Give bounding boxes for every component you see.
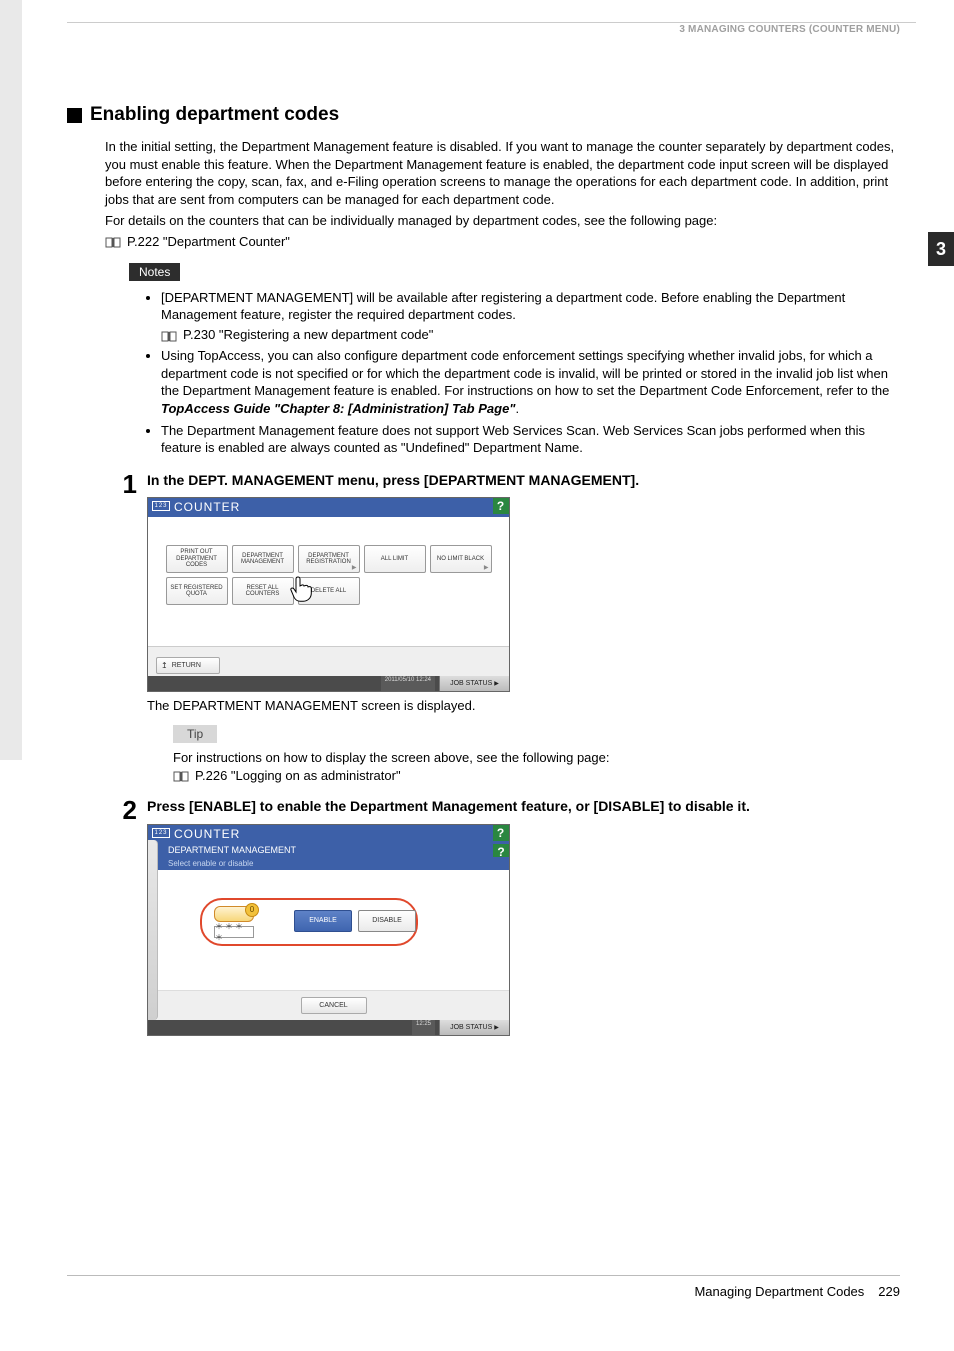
panel-title-bar: 123 COUNTER ? xyxy=(148,498,509,517)
help-icon[interactable]: ? xyxy=(493,498,509,514)
chevron-right-icon: ▶ xyxy=(494,680,499,687)
status-timestamp: 12:25 xyxy=(412,1020,435,1035)
xref-link[interactable]: P.230 "Registering a new department code… xyxy=(183,326,433,344)
job-status-button[interactable]: JOB STATUS▶ xyxy=(439,1020,509,1035)
print-dept-codes-button[interactable]: PRINT OUT DEPARTMENT CODES xyxy=(166,545,228,573)
disable-button[interactable]: DISABLE xyxy=(358,910,416,932)
note-item: Using TopAccess, you can also configure … xyxy=(161,347,901,417)
section-title: Enabling department codes xyxy=(90,104,339,126)
left-margin-band xyxy=(0,0,22,760)
no-limit-black-button[interactable]: NO LIMIT BLACK▶ xyxy=(430,545,492,573)
chevron-right-icon: ▶ xyxy=(352,565,357,571)
book-icon xyxy=(161,329,177,340)
header-rule xyxy=(67,22,916,23)
department-registration-button[interactable]: DEPARTMENT REGISTRATION▶ xyxy=(298,545,360,573)
card-code-icon: ＊＊＊＊ xyxy=(214,906,258,934)
panel-title: COUNTER xyxy=(174,500,240,514)
notes-list: [DEPARTMENT MANAGEMENT] will be availabl… xyxy=(147,289,901,457)
note-text: [DEPARTMENT MANAGEMENT] will be availabl… xyxy=(161,290,845,323)
screenshot-panel-2: 123 COUNTER ? DEPARTMENT MANAGEMENT ? Se… xyxy=(147,824,510,1036)
footer-label: Managing Department Codes xyxy=(694,1284,864,1299)
side-tab[interactable] xyxy=(148,840,158,1020)
department-management-button[interactable]: DEPARTMENT MANAGEMENT xyxy=(232,545,294,573)
section-bullet-icon xyxy=(67,108,82,123)
status-bar: 2011/05/10 12:24 JOB STATUS▶ xyxy=(148,676,509,691)
up-arrow-icon: ↥ xyxy=(161,661,168,670)
note-item: The Department Management feature does n… xyxy=(161,422,901,457)
xref-link[interactable]: P.226 "Logging on as administrator" xyxy=(195,768,401,783)
job-status-button[interactable]: JOB STATUS▶ xyxy=(439,676,509,691)
delete-all-button[interactable]: DELETE ALL xyxy=(298,577,360,605)
chevron-right-icon: ▶ xyxy=(484,565,489,571)
note-item: [DEPARTMENT MANAGEMENT] will be availabl… xyxy=(161,289,901,344)
note-text-tail: . xyxy=(515,401,519,416)
prompt-bar: Select enable or disable xyxy=(158,857,509,870)
tip-text: For instructions on how to display the s… xyxy=(173,749,901,767)
note-text: The Department Management feature does n… xyxy=(161,423,865,456)
book-icon xyxy=(105,236,121,247)
note-text: Using TopAccess, you can also configure … xyxy=(161,348,889,398)
xref-link[interactable]: P.222 "Department Counter" xyxy=(127,234,290,249)
page-number: 229 xyxy=(878,1284,900,1299)
step-title: Press [ENABLE] to enable the Department … xyxy=(147,797,901,815)
enable-button[interactable]: ENABLE xyxy=(294,910,352,932)
step-title: In the DEPT. MANAGEMENT menu, press [DEP… xyxy=(147,471,901,489)
return-button[interactable]: ↥ RETURN xyxy=(156,657,220,674)
cancel-button[interactable]: CANCEL xyxy=(301,997,367,1014)
screenshot-panel-1: 123 COUNTER ? PRINT OUT DEPARTMENT CODES… xyxy=(147,497,510,692)
all-limit-button[interactable]: ALL LIMIT xyxy=(364,545,426,573)
counter-badge-icon: 123 xyxy=(152,501,170,511)
chevron-right-icon: ▶ xyxy=(494,1024,499,1031)
detail-line: For details on the counters that can be … xyxy=(105,212,901,230)
status-bar: 12:25 JOB STATUS▶ xyxy=(148,1020,509,1035)
reset-all-counters-button[interactable]: RESET ALL COUNTERS xyxy=(232,577,294,605)
help-icon[interactable]: ? xyxy=(493,825,509,841)
status-timestamp: 2011/05/10 12:24 xyxy=(381,676,435,691)
panel-title-bar: 123 COUNTER ? xyxy=(148,825,509,844)
intro-paragraph: In the initial setting, the Department M… xyxy=(105,138,901,208)
note-ref: TopAccess Guide "Chapter 8: [Administrat… xyxy=(161,401,515,416)
panel-title: COUNTER xyxy=(174,827,240,841)
step-number: 1 xyxy=(115,471,137,784)
step-number: 2 xyxy=(115,797,137,1035)
tip-label: Tip xyxy=(173,725,217,743)
counter-badge-icon: 123 xyxy=(152,828,170,838)
step-caption: The DEPARTMENT MANAGEMENT screen is disp… xyxy=(147,698,901,713)
book-icon xyxy=(173,770,189,781)
chapter-tab: 3 xyxy=(928,232,954,266)
notes-label: Notes xyxy=(129,263,180,281)
masked-code: ＊＊＊＊ xyxy=(214,926,254,938)
panel-subtitle: DEPARTMENT MANAGEMENT ? xyxy=(158,844,509,857)
set-registered-quota-button[interactable]: SET REGISTERED QUOTA xyxy=(166,577,228,605)
running-head: 3 MANAGING COUNTERS (COUNTER MENU) xyxy=(679,24,900,35)
